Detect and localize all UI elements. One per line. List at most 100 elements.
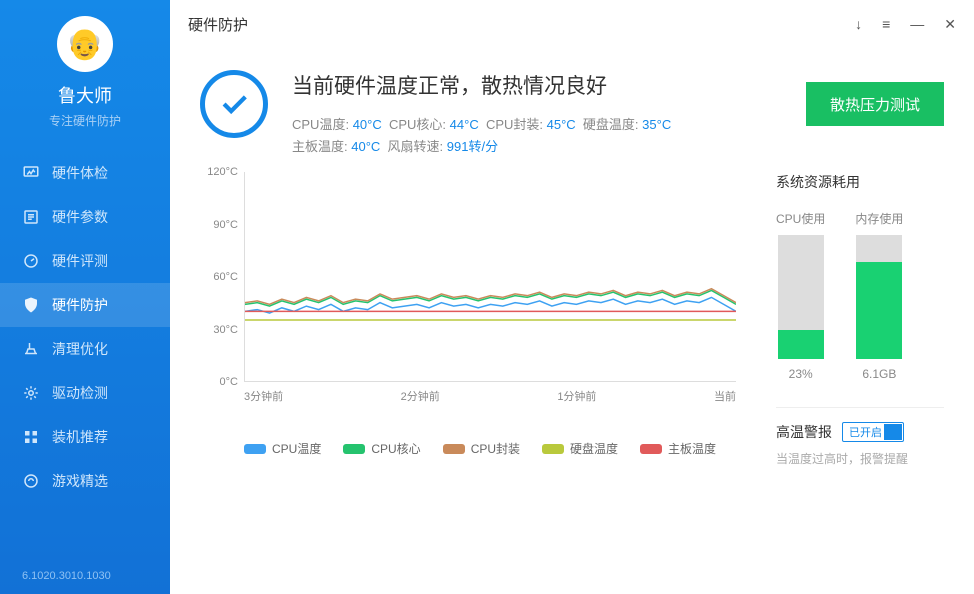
cpu-usage-block: CPU使用 23%	[776, 210, 825, 381]
legend-item: CPU温度	[244, 440, 321, 457]
pkg-temp-label: CPU封装:	[486, 117, 543, 132]
alarm-row: 高温警报 已开启	[776, 422, 944, 442]
legend-label: CPU温度	[272, 440, 321, 457]
y-tick: 30°C	[213, 324, 238, 336]
x-tick: 2分钟前	[401, 388, 440, 404]
legend-item: CPU核心	[343, 440, 420, 457]
cpu-usage-fill	[778, 330, 824, 359]
fan-speed-value: 991转/分	[447, 139, 498, 154]
legend-swatch	[640, 444, 662, 454]
close-icon[interactable]: ✕	[944, 16, 956, 33]
brand-avatar: 👴	[57, 16, 113, 72]
legend-label: 主板温度	[668, 440, 716, 457]
menu-icon[interactable]: ≡	[882, 16, 890, 33]
nav-label: 硬件参数	[52, 207, 108, 227]
x-tick: 1分钟前	[557, 388, 596, 404]
nav-cleanup[interactable]: 清理优化	[0, 327, 170, 371]
nav-build-rec[interactable]: 装机推荐	[0, 415, 170, 459]
minimize-icon[interactable]: —	[910, 16, 924, 33]
body-row: 120°C90°C60°C30°C0°C 3分钟前2分钟前1分钟前当前 CPU温…	[170, 172, 974, 594]
nav-hardware-check[interactable]: 硬件体检	[0, 151, 170, 195]
legend-swatch	[244, 444, 266, 454]
nav-label: 驱动检测	[52, 383, 108, 403]
nav-label: 游戏精选	[52, 471, 108, 491]
mem-usage-value: 6.1GB	[862, 367, 896, 381]
mem-usage-block: 内存使用 6.1GB	[855, 210, 903, 381]
legend-item: CPU封装	[443, 440, 520, 457]
nav-label: 清理优化	[52, 339, 108, 359]
nav-games[interactable]: 游戏精选	[0, 459, 170, 503]
mem-usage-fill	[856, 262, 902, 359]
broom-icon	[22, 340, 40, 358]
gear-icon	[22, 384, 40, 402]
nav-label: 硬件防护	[52, 295, 108, 315]
nav-hardware-bench[interactable]: 硬件评测	[0, 239, 170, 283]
check-circle-icon	[200, 70, 268, 138]
core-temp-label: CPU核心:	[389, 117, 446, 132]
sidebar: 👴 鲁大师 专注硬件防护 硬件体检 硬件参数 硬件评测 硬件防护 清理优化 驱动…	[0, 0, 170, 594]
y-tick: 120°C	[207, 166, 238, 178]
window-controls: ↓ ≡ — ✕	[855, 16, 956, 33]
shield-icon	[22, 296, 40, 314]
cpu-temp-label: CPU温度:	[292, 117, 349, 132]
main: 硬件防护 ↓ ≡ — ✕ 当前硬件温度正常，散热情况良好 CPU温度: 40°C…	[170, 0, 974, 594]
nav-hardware-params[interactable]: 硬件参数	[0, 195, 170, 239]
temperature-chart: 120°C90°C60°C30°C0°C 3分钟前2分钟前1分钟前当前	[200, 172, 736, 412]
nav: 硬件体检 硬件参数 硬件评测 硬件防护 清理优化 驱动检测 装机推荐 游戏精选	[0, 147, 170, 570]
chart-legend: CPU温度 CPU核心 CPU封装 硬盘温度 主板温度	[244, 412, 736, 457]
legend-swatch	[542, 444, 564, 454]
mobo-temp-label: 主板温度:	[292, 139, 348, 154]
y-tick: 60°C	[213, 271, 238, 283]
alarm-desc: 当温度过高时，报警提醒	[776, 450, 944, 467]
legend-label: 硬盘温度	[570, 440, 618, 457]
hero-headline: 当前硬件温度正常，散热情况良好	[292, 70, 671, 100]
hero-text: 当前硬件温度正常，散热情况良好 CPU温度: 40°C CPU核心: 44°C …	[292, 70, 671, 158]
usage-bars: CPU使用 23% 内存使用 6.1GB	[776, 210, 944, 381]
mem-usage-bar	[856, 235, 902, 359]
grid-icon	[22, 428, 40, 446]
x-tick: 3分钟前	[244, 388, 283, 404]
y-tick: 90°C	[213, 219, 238, 231]
brand-block: 👴 鲁大师 专注硬件防护	[0, 0, 170, 147]
alarm-toggle[interactable]: 已开启	[842, 422, 904, 442]
chart-column: 120°C90°C60°C30°C0°C 3分钟前2分钟前1分钟前当前 CPU温…	[200, 172, 736, 594]
pkg-temp-value: 45°C	[547, 117, 576, 132]
nav-driver[interactable]: 驱动检测	[0, 371, 170, 415]
plot-area	[244, 172, 736, 382]
legend-item: 主板温度	[640, 440, 716, 457]
cpu-temp-value: 40°C	[353, 117, 382, 132]
disk-temp-value: 35°C	[642, 117, 671, 132]
nav-hardware-protect[interactable]: 硬件防护	[0, 283, 170, 327]
hero: 当前硬件温度正常，散热情况良好 CPU温度: 40°C CPU核心: 44°C …	[170, 48, 974, 172]
game-icon	[22, 472, 40, 490]
x-axis: 3分钟前 2分钟前 1分钟前 当前	[244, 382, 736, 404]
gauge-icon	[22, 252, 40, 270]
legend-swatch	[343, 444, 365, 454]
x-tick: 当前	[714, 388, 736, 404]
nav-label: 硬件评测	[52, 251, 108, 271]
disk-temp-label: 硬盘温度:	[583, 117, 639, 132]
y-tick: 0°C	[220, 376, 238, 388]
nav-label: 硬件体检	[52, 163, 108, 183]
mem-usage-label: 内存使用	[855, 210, 903, 227]
stress-test-button[interactable]: 散热压力测试	[806, 82, 944, 126]
alarm-section: 高温警报 已开启 当温度过高时，报警提醒	[776, 407, 944, 467]
resources-title: 系统资源耗用	[776, 172, 944, 192]
list-icon	[22, 208, 40, 226]
alarm-title: 高温警报	[776, 422, 832, 442]
temperature-readouts: CPU温度: 40°C CPU核心: 44°C CPU封装: 45°C 硬盘温度…	[292, 114, 671, 158]
mobo-temp-value: 40°C	[351, 139, 380, 154]
cpu-usage-bar	[778, 235, 824, 359]
legend-item: 硬盘温度	[542, 440, 618, 457]
side-column: 系统资源耗用 CPU使用 23% 内存使用 6.1GB 高温警报 已开启	[776, 172, 944, 594]
brand-subtitle: 专注硬件防护	[0, 112, 170, 129]
legend-label: CPU核心	[371, 440, 420, 457]
download-icon[interactable]: ↓	[855, 16, 862, 33]
legend-label: CPU封装	[471, 440, 520, 457]
cpu-usage-value: 23%	[789, 367, 813, 381]
monitor-icon	[22, 164, 40, 182]
y-axis: 120°C90°C60°C30°C0°C	[200, 172, 244, 382]
page-title: 硬件防护	[188, 14, 248, 35]
fan-speed-label: 风扇转速:	[388, 139, 444, 154]
topbar: 硬件防护 ↓ ≡ — ✕	[170, 0, 974, 48]
